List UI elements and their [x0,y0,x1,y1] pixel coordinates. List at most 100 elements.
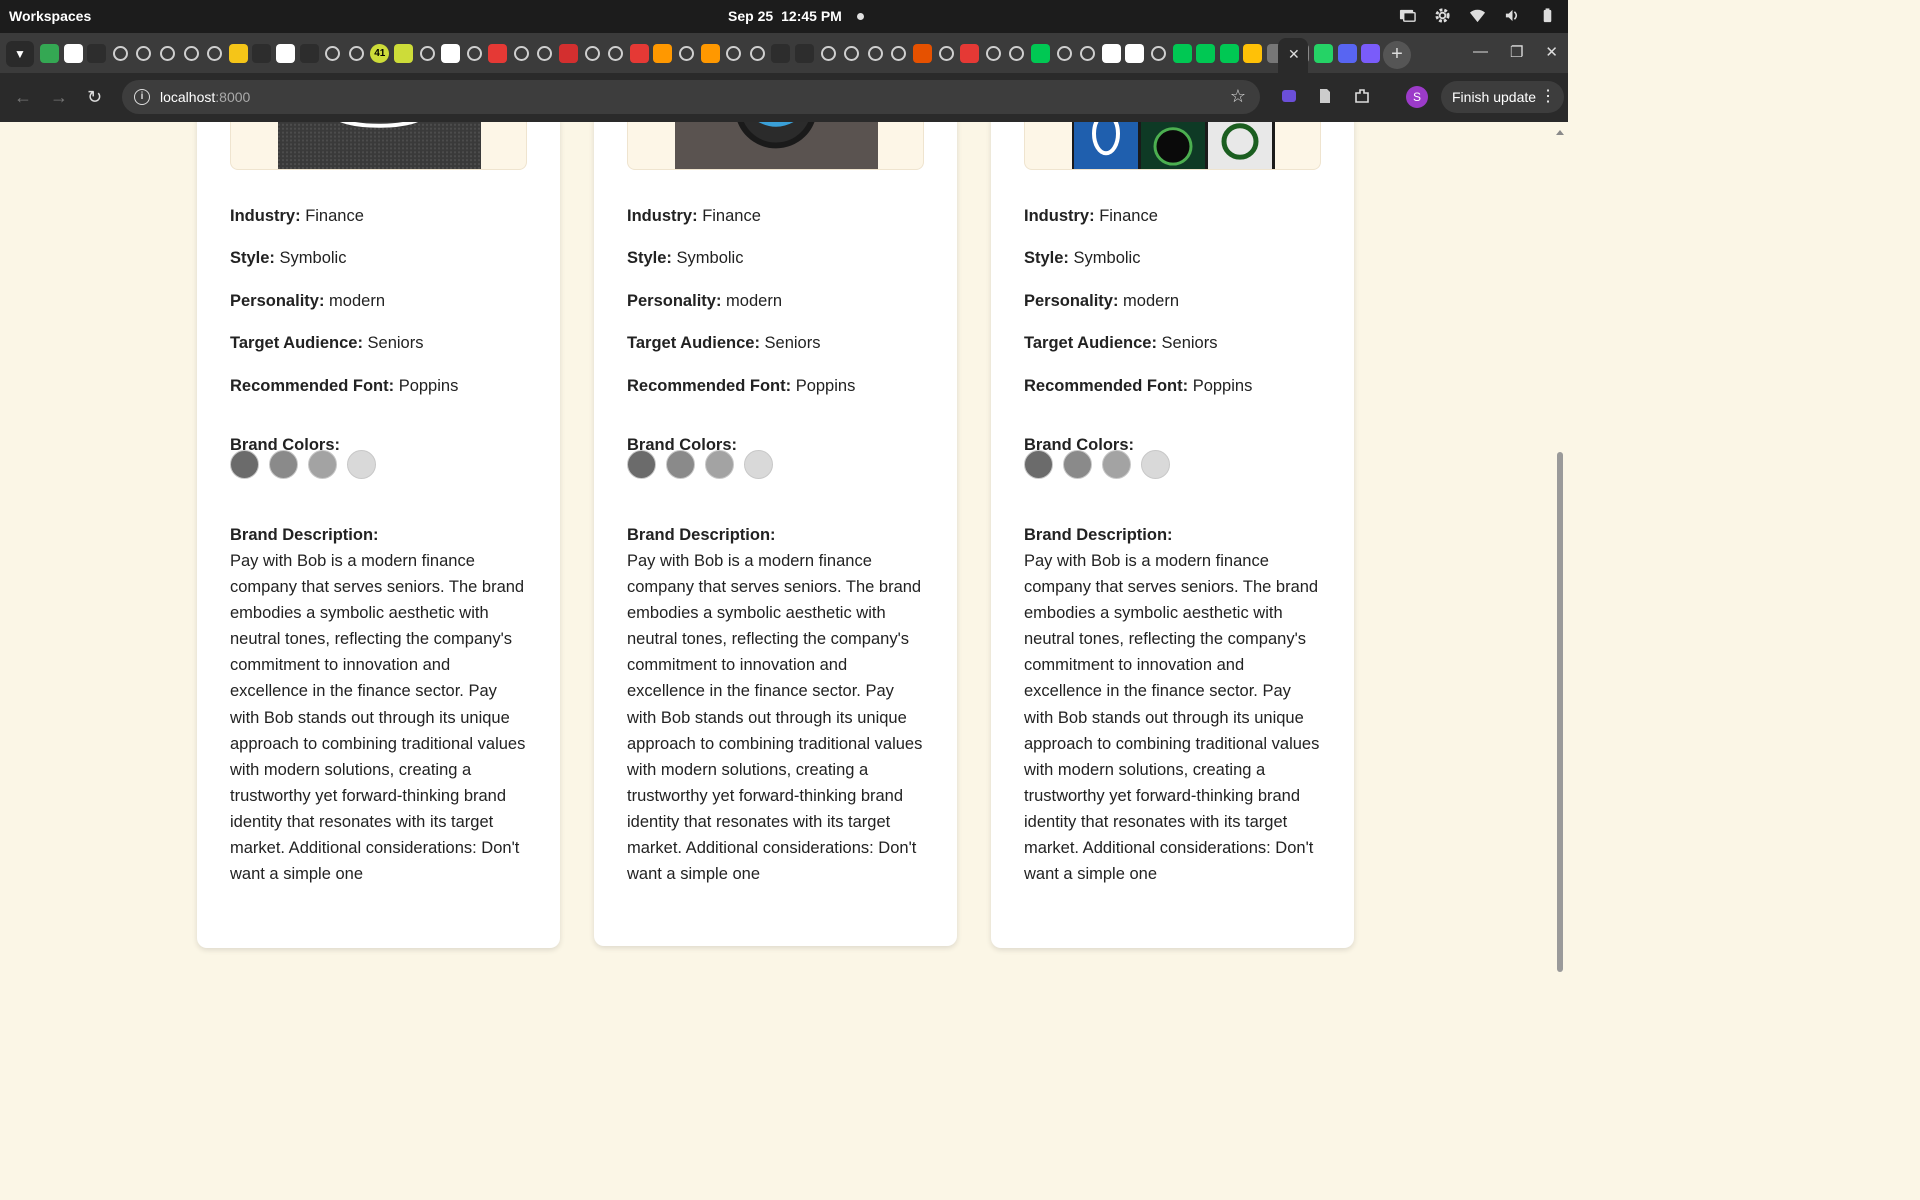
color-swatch[interactable] [308,450,337,479]
url-text[interactable]: localhost:8000 [160,89,250,105]
color-swatch[interactable] [744,450,773,479]
scrollbar[interactable] [1556,130,1564,980]
document-icon[interactable] [1316,87,1334,105]
color-swatch[interactable] [1102,450,1131,479]
tab-favicon[interactable] [985,46,1001,61]
color-swatch[interactable] [347,450,376,479]
tab-favicon[interactable] [1030,44,1050,63]
tab-favicon[interactable] [820,46,836,61]
tab-favicon[interactable] [771,44,791,63]
tab-favicon[interactable] [252,44,272,63]
tab-favicon[interactable] [679,46,695,61]
tab-favicon[interactable] [325,46,341,61]
tab-favicon[interactable] [749,46,765,61]
tab-favicon[interactable] [960,44,980,63]
minimize-icon[interactable]: — [1473,43,1488,61]
tab-favicon[interactable] [1150,46,1166,61]
tab-favicon[interactable] [537,46,553,61]
tab-favicon[interactable] [1219,44,1239,63]
tab-favicon[interactable] [1337,44,1357,63]
tab-favicon[interactable] [795,44,814,63]
browser-toolbar: ← → ↻ i localhost:8000 ☆ S Finish update… [0,73,1568,122]
tab-favicon[interactable] [228,44,248,63]
new-tab-button[interactable]: + [1383,41,1411,69]
tab-favicon[interactable] [299,44,319,63]
color-swatch[interactable] [1024,450,1053,479]
tab-favicon[interactable] [419,46,435,61]
tab-favicon[interactable] [40,44,59,63]
tab-favicon[interactable] [136,46,152,61]
tab-favicon[interactable] [513,46,529,61]
back-icon[interactable]: ← [14,87,32,108]
tab-favicon[interactable] [608,46,624,61]
tab-favicon[interactable] [466,46,482,61]
active-tab[interactable]: ✕ [1278,38,1308,73]
puzzle-icon[interactable] [1353,87,1371,105]
tab-favicon[interactable] [1125,44,1145,63]
style-field: Style: Symbolic [1024,249,1140,268]
maximize-icon[interactable]: ❐ [1510,43,1523,61]
tab-favicon[interactable] [891,46,907,61]
battery-icon[interactable] [1539,7,1556,24]
tab-favicon[interactable]: 41 [370,44,390,63]
finish-update-button[interactable]: Finish update ⋮ [1441,81,1565,113]
audience-label: Target Audience: [1024,334,1157,352]
tab-favicon[interactable] [653,44,673,63]
tab-favicon[interactable] [207,46,223,61]
profile-avatar[interactable]: S [1406,86,1428,108]
tab-favicon[interactable] [867,46,883,61]
tab-favicon[interactable] [700,44,720,63]
gear-icon[interactable] [1434,7,1451,24]
tab-favicon[interactable] [1243,44,1263,63]
tab-favicon[interactable] [844,46,860,61]
tab-favicon[interactable] [938,46,954,61]
tab-favicon[interactable] [1314,44,1333,63]
tab-favicon[interactable] [159,46,175,61]
screen-share-icon[interactable] [1399,7,1416,24]
workspaces-button[interactable]: Workspaces [9,8,91,24]
color-swatch[interactable] [666,450,695,479]
tab-favicon[interactable] [488,44,508,63]
bookmark-star-icon[interactable]: ☆ [1230,86,1246,107]
color-swatch[interactable] [269,450,298,479]
reload-icon[interactable]: ↻ [87,87,102,108]
scrollbar-thumb[interactable] [1557,452,1563,972]
color-swatch[interactable] [1141,450,1170,479]
tab-favicon[interactable] [629,44,649,63]
forward-icon[interactable]: → [50,87,68,108]
address-bar[interactable]: i localhost:8000 ☆ [122,80,1260,114]
tab-favicon[interactable] [1056,46,1072,61]
site-info-icon[interactable]: i [134,89,150,105]
tab-favicon[interactable] [1009,46,1025,61]
more-menu-icon[interactable]: ⋮ [1540,81,1556,113]
clock[interactable]: Sep 25 12:45 PM [728,8,842,24]
color-swatch[interactable] [230,450,259,479]
tab-favicon[interactable] [393,44,413,63]
close-window-icon[interactable]: ✕ [1545,43,1558,61]
tab-favicon[interactable] [726,46,742,61]
tab-favicon[interactable] [275,44,295,63]
tab-favicon[interactable] [63,44,83,63]
tab-search-button[interactable]: ▼ [6,41,34,67]
close-tab-icon[interactable]: ✕ [1288,46,1300,63]
color-swatch[interactable] [705,450,734,479]
tab-favicon[interactable] [183,46,199,61]
scroll-up-arrow[interactable] [1556,130,1564,135]
tab-favicon[interactable] [112,46,128,61]
tab-favicon[interactable] [1196,44,1216,63]
tab-favicon[interactable] [441,44,461,63]
tab-favicon[interactable] [1080,46,1096,61]
volume-icon[interactable] [1504,7,1521,24]
tab-favicon[interactable] [1172,44,1192,63]
color-swatch[interactable] [627,450,656,479]
wifi-icon[interactable] [1469,7,1486,24]
tab-favicon[interactable] [1361,44,1381,63]
tab-favicon[interactable] [87,44,107,63]
tab-favicon[interactable] [1101,44,1121,63]
color-swatch[interactable] [1063,450,1092,479]
extension-icon[interactable] [1280,87,1298,105]
tab-favicon[interactable] [348,46,364,61]
tab-favicon[interactable] [912,44,932,63]
tab-favicon[interactable] [559,44,579,63]
tab-favicon[interactable] [584,46,600,61]
